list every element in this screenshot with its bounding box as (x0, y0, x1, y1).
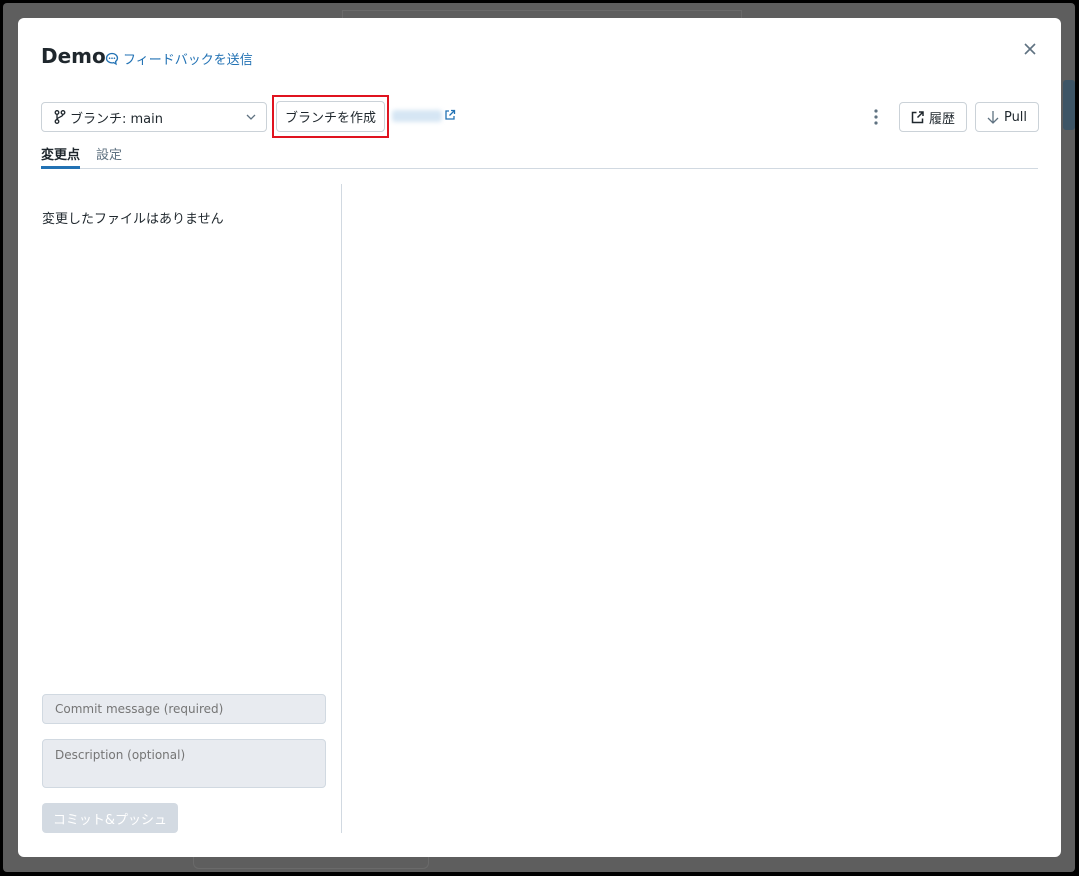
history-button[interactable]: 履歴 (899, 102, 967, 132)
create-branch-button[interactable]: ブランチを作成 (276, 101, 385, 132)
background-element (1063, 80, 1075, 130)
chevron-down-icon (246, 114, 256, 120)
tab-changes[interactable]: 変更点 (41, 144, 81, 169)
pull-label: Pull (1003, 109, 1028, 125)
dialog-title: Demo (41, 44, 106, 68)
close-icon[interactable] (1021, 40, 1039, 58)
no-changes-message: 変更したファイルはありません (42, 212, 224, 227)
branch-label: ブランチ: main (70, 111, 163, 127)
description-input[interactable] (42, 739, 326, 788)
git-dialog: Demo フィードバックを送信 ブランチ: main ブランチを作成 履歴 Pu… (18, 18, 1061, 857)
feedback-label: フィードバックを送信 (123, 53, 253, 68)
external-link-icon (911, 110, 924, 123)
more-options-icon[interactable] (870, 106, 882, 128)
external-link-icon[interactable] (444, 109, 456, 121)
tab-bar: 変更点 設定 (41, 144, 1038, 169)
commit-push-button[interactable]: コミット&プッシュ (42, 803, 178, 833)
tab-settings[interactable]: 設定 (96, 144, 122, 169)
git-branch-icon (54, 110, 66, 124)
commit-message-input[interactable] (42, 694, 326, 724)
chat-bubble-icon (105, 52, 119, 65)
branch-select[interactable]: ブランチ: main (41, 102, 267, 132)
pull-button[interactable]: Pull (975, 102, 1039, 132)
history-label: 履歴 (928, 111, 955, 127)
panel-divider (341, 184, 342, 833)
background-element (193, 857, 429, 869)
arrow-down-icon (987, 111, 999, 124)
commit-hash-link-blurred[interactable] (392, 110, 442, 122)
feedback-link[interactable]: フィードバックを送信 (105, 49, 253, 68)
